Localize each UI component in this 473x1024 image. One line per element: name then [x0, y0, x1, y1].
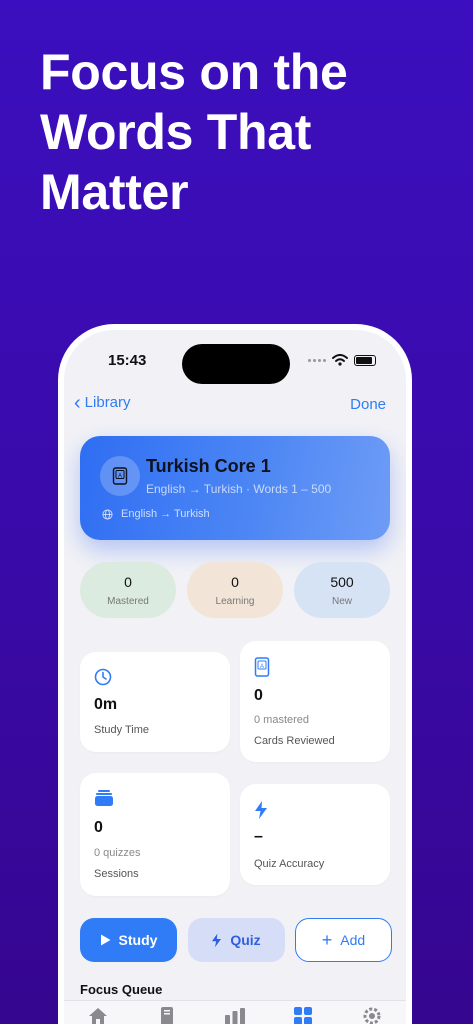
study-label: Study — [118, 932, 158, 948]
pill-value: 500 — [330, 573, 354, 590]
quiz-button[interactable]: Quiz — [187, 918, 285, 962]
battery-icon — [354, 354, 376, 366]
tab-bar — [64, 1000, 406, 1024]
app-screen: 15:43 ‹ Library Done A Turkish Core 1 En… — [64, 330, 406, 1024]
dynamic-island — [182, 344, 290, 384]
quiz-accuracy-card: – Quiz Accuracy — [240, 784, 390, 885]
pill-new: 500 New — [294, 562, 390, 618]
headline: Focus on the Words That Matter — [40, 44, 348, 220]
add-button[interactable]: + Add — [295, 918, 392, 962]
back-label: Library — [84, 394, 131, 411]
bolt-icon — [255, 801, 267, 819]
settings-icon[interactable] — [360, 1005, 384, 1024]
pill-learning: 0 Learning — [187, 562, 283, 618]
pill-value: 0 — [124, 573, 132, 590]
home-icon[interactable] — [86, 1005, 110, 1024]
sessions-sub: 0 quizzes — [94, 847, 141, 859]
quiz-accuracy-value: – — [254, 828, 263, 845]
plus-icon: + — [321, 930, 333, 950]
action-buttons: Study Quiz + Add — [80, 918, 392, 962]
flashcard-icon: A — [254, 657, 270, 677]
phone-frame: 15:43 ‹ Library Done A Turkish Core 1 En… — [58, 324, 412, 1024]
pill-label: Learning — [215, 595, 255, 607]
deck-language: English → Turkish — [102, 508, 210, 520]
cards-reviewed-value: 0 — [254, 687, 263, 704]
signal-icon — [308, 358, 326, 362]
back-button[interactable]: ‹ Library — [74, 391, 131, 414]
pill-label: New — [331, 595, 352, 607]
deck-header-card: A Turkish Core 1 English → Turkish · Wor… — [80, 436, 390, 540]
language-pair-label: English → Turkish — [121, 508, 210, 520]
study-time-value: 0m — [94, 696, 118, 713]
sessions-value: 0 — [94, 819, 103, 836]
stack-icon — [95, 790, 113, 806]
library-icon[interactable] — [155, 1005, 179, 1024]
stats-icon[interactable] — [223, 1005, 247, 1024]
nav-bar: ‹ Library Done — [64, 392, 406, 416]
deck-title: Turkish Core 1 — [146, 456, 271, 476]
progress-pills: 0 Mastered 0 Learning 500 New — [80, 562, 390, 618]
book-icon: A — [100, 456, 140, 496]
clock-icon — [94, 668, 112, 686]
focus-queue-title: Focus Queue — [80, 982, 163, 997]
globe-icon — [102, 508, 113, 520]
add-label: Add — [340, 932, 366, 948]
svg-text:A: A — [118, 474, 122, 480]
play-icon — [100, 934, 111, 946]
pill-value: 0 — [231, 573, 239, 590]
cards-reviewed-card: A 0 0 mastered Cards Reviewed — [240, 641, 390, 762]
svg-text:A: A — [260, 664, 264, 670]
wifi-icon — [332, 354, 348, 366]
chevron-left-icon: ‹ — [74, 391, 81, 414]
study-time-card: 0m Study Time — [80, 652, 230, 752]
cards-reviewed-sub: 0 mastered — [254, 714, 310, 726]
quiz-label: Quiz — [230, 932, 261, 948]
cards-reviewed-caption: Cards Reviewed — [254, 735, 335, 747]
sessions-caption: Sessions — [94, 868, 139, 880]
sessions-card: 0 0 quizzes Sessions — [80, 773, 230, 896]
dashboard-icon[interactable] — [291, 1005, 315, 1024]
study-time-caption: Study Time — [94, 724, 150, 736]
done-button[interactable]: Done — [350, 396, 386, 413]
bolt-icon — [212, 933, 222, 947]
pill-label: Mastered — [107, 595, 149, 607]
deck-subtitle: English → Turkish · Words 1 – 500 — [146, 482, 332, 496]
study-button[interactable]: Study — [80, 918, 177, 962]
status-time: 15:43 — [108, 352, 147, 369]
quiz-accuracy-caption: Quiz Accuracy — [254, 858, 325, 870]
status-icons — [308, 354, 376, 366]
pill-mastered: 0 Mastered — [80, 562, 176, 618]
